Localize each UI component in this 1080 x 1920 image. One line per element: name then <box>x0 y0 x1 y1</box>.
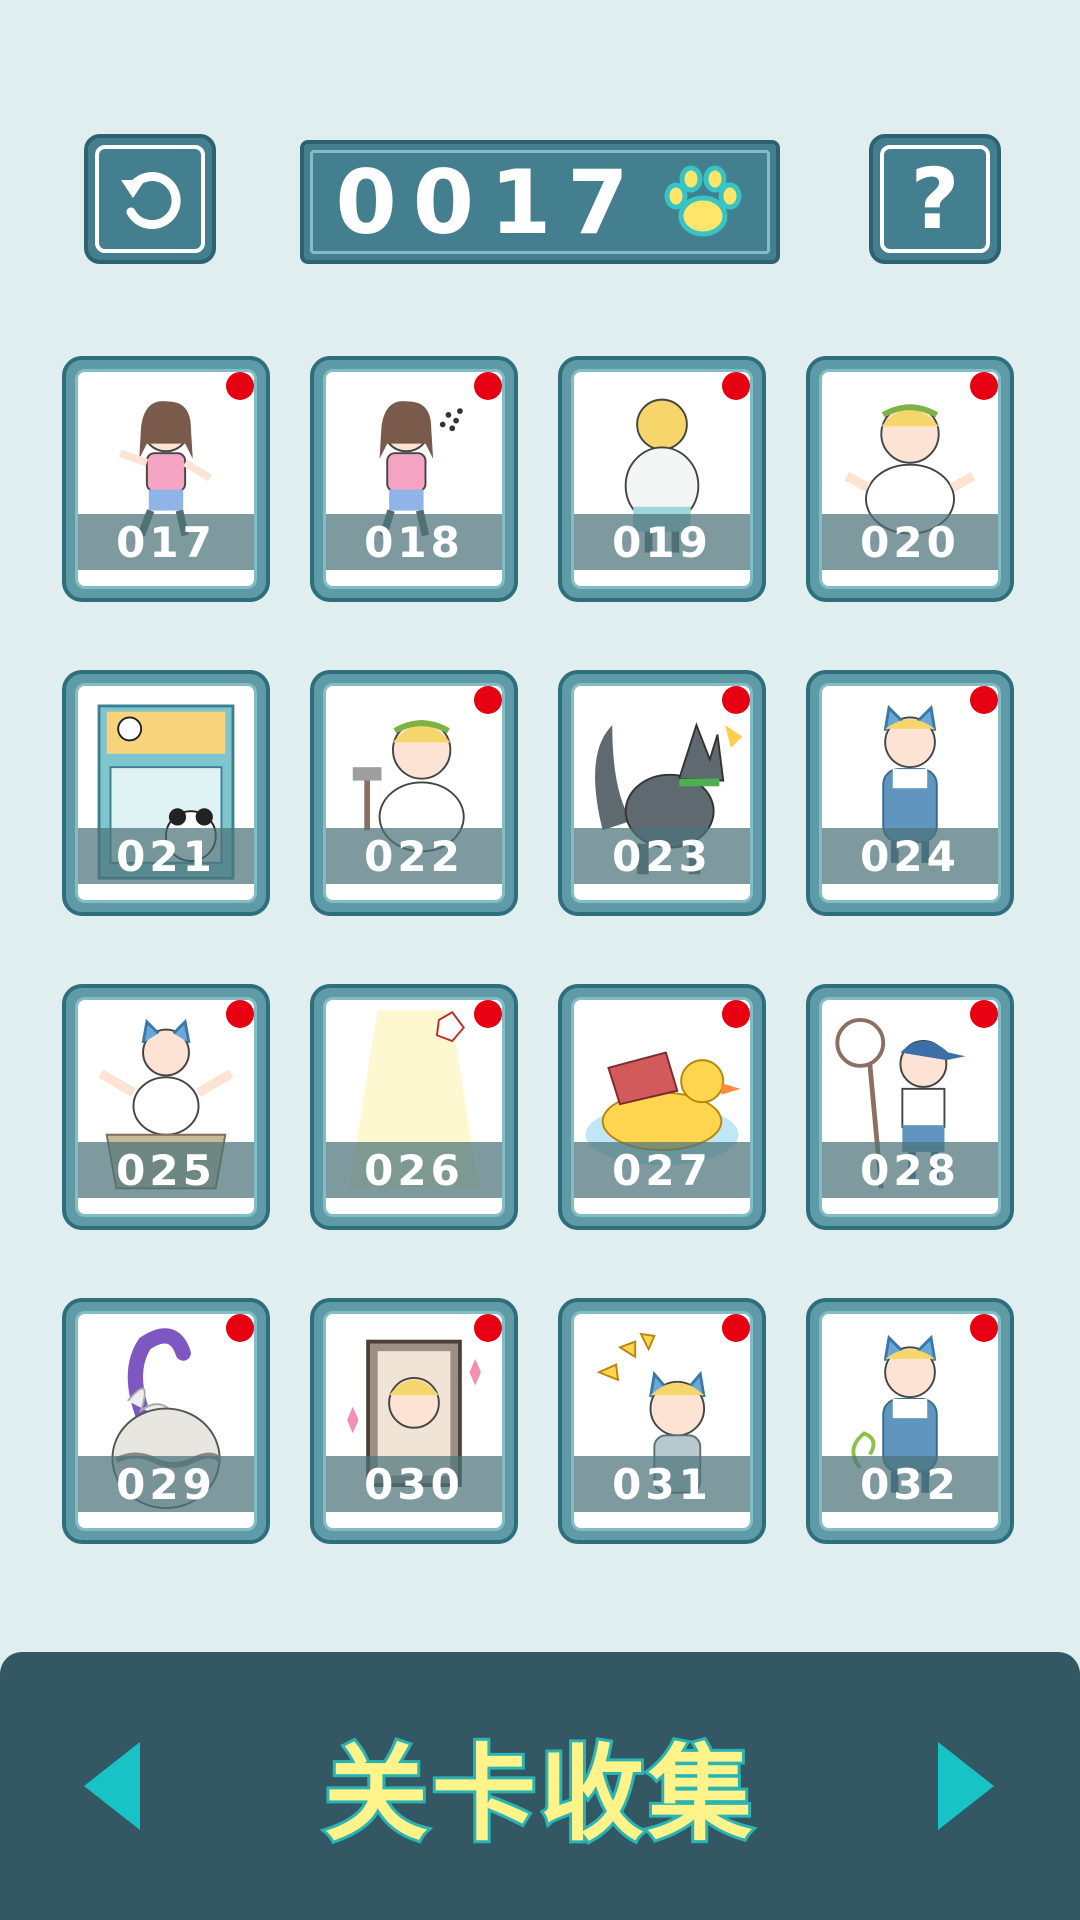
help-icon: ? <box>910 150 960 248</box>
level-card-021[interactable]: 021 <box>62 670 270 916</box>
triangle-left-icon[interactable] <box>80 1738 142 1834</box>
level-grid: 017 018 019 020 021 022 023 024 025 026 027 028 029 0… <box>62 356 1022 1546</box>
level-card-028[interactable]: 028 <box>806 984 1014 1230</box>
level-number: 020 <box>860 517 960 567</box>
level-thumbnail: 025 <box>75 997 257 1217</box>
level-number-band: 022 <box>326 828 502 884</box>
new-badge-dot <box>970 1000 998 1028</box>
level-thumbnail: 026 <box>323 997 505 1217</box>
level-number: 022 <box>364 831 464 881</box>
level-number-band: 020 <box>822 514 998 570</box>
paw-counter: 0017 <box>300 140 780 264</box>
level-number-band: 032 <box>822 1456 998 1512</box>
level-number: 018 <box>364 517 464 567</box>
new-badge-dot <box>722 686 750 714</box>
back-button[interactable] <box>84 134 216 264</box>
level-number: 024 <box>860 831 960 881</box>
level-number-band: 017 <box>78 514 254 570</box>
level-number-band: 030 <box>326 1456 502 1512</box>
triangle-right-icon[interactable] <box>936 1738 998 1834</box>
new-badge-dot <box>226 372 254 400</box>
new-badge-dot <box>722 372 750 400</box>
new-badge-dot <box>970 1314 998 1342</box>
level-number: 021 <box>116 831 216 881</box>
paw-icon <box>664 165 742 237</box>
level-thumbnail: 031 <box>571 1311 753 1531</box>
level-thumbnail: 030 <box>323 1311 505 1531</box>
level-card-024[interactable]: 024 <box>806 670 1014 916</box>
new-badge-dot <box>722 1314 750 1342</box>
level-number: 023 <box>612 831 712 881</box>
new-badge-dot <box>970 686 998 714</box>
level-number-band: 031 <box>574 1456 750 1512</box>
level-thumbnail: 021 <box>75 683 257 903</box>
level-number: 028 <box>860 1145 960 1195</box>
level-card-018[interactable]: 018 <box>310 356 518 602</box>
level-number: 032 <box>860 1459 960 1509</box>
level-number: 027 <box>612 1145 712 1195</box>
undo-icon <box>121 172 181 229</box>
level-thumbnail: 023 <box>571 683 753 903</box>
level-card-020[interactable]: 020 <box>806 356 1014 602</box>
level-number-band: 025 <box>78 1142 254 1198</box>
level-number: 026 <box>364 1145 464 1195</box>
level-thumbnail: 029 <box>75 1311 257 1531</box>
collection-title: 关卡收集 <box>321 1730 756 1858</box>
level-thumbnail: 032 <box>819 1311 1001 1531</box>
new-badge-dot <box>226 1314 254 1342</box>
level-card-030[interactable]: 030 <box>310 1298 518 1544</box>
level-card-031[interactable]: 031 <box>558 1298 766 1544</box>
level-card-029[interactable]: 029 <box>62 1298 270 1544</box>
level-number: 029 <box>116 1459 216 1509</box>
level-number-band: 029 <box>78 1456 254 1512</box>
level-thumbnail: 018 <box>323 369 505 589</box>
level-thumbnail: 027 <box>571 997 753 1217</box>
level-thumbnail: 019 <box>571 369 753 589</box>
level-number-band: 019 <box>574 514 750 570</box>
level-card-027[interactable]: 027 <box>558 984 766 1230</box>
level-thumbnail: 028 <box>819 997 1001 1217</box>
level-number: 019 <box>612 517 712 567</box>
level-thumbnail: 022 <box>323 683 505 903</box>
level-number-band: 027 <box>574 1142 750 1198</box>
level-thumbnail: 017 <box>75 369 257 589</box>
new-badge-dot <box>226 1000 254 1028</box>
level-card-019[interactable]: 019 <box>558 356 766 602</box>
level-card-023[interactable]: 023 <box>558 670 766 916</box>
new-badge-dot <box>474 372 502 400</box>
level-card-022[interactable]: 022 <box>310 670 518 916</box>
level-number-band: 028 <box>822 1142 998 1198</box>
level-number: 017 <box>116 517 216 567</box>
level-number-band: 021 <box>78 828 254 884</box>
level-number: 025 <box>116 1145 216 1195</box>
level-thumbnail: 024 <box>819 683 1001 903</box>
level-number: 030 <box>364 1459 464 1509</box>
level-number-band: 018 <box>326 514 502 570</box>
level-card-026[interactable]: 026 <box>310 984 518 1230</box>
level-card-032[interactable]: 032 <box>806 1298 1014 1544</box>
level-number-band: 026 <box>326 1142 502 1198</box>
level-card-017[interactable]: 017 <box>62 356 270 602</box>
level-card-025[interactable]: 025 <box>62 984 270 1230</box>
level-thumbnail: 020 <box>819 369 1001 589</box>
new-badge-dot <box>474 1314 502 1342</box>
new-badge-dot <box>722 1000 750 1028</box>
level-number: 031 <box>612 1459 712 1509</box>
level-number-band: 024 <box>822 828 998 884</box>
new-badge-dot <box>474 1000 502 1028</box>
new-badge-dot <box>474 686 502 714</box>
help-button[interactable]: ? <box>869 134 1001 264</box>
new-badge-dot <box>970 372 998 400</box>
paw-count: 0017 <box>335 150 645 254</box>
level-number-band: 023 <box>574 828 750 884</box>
